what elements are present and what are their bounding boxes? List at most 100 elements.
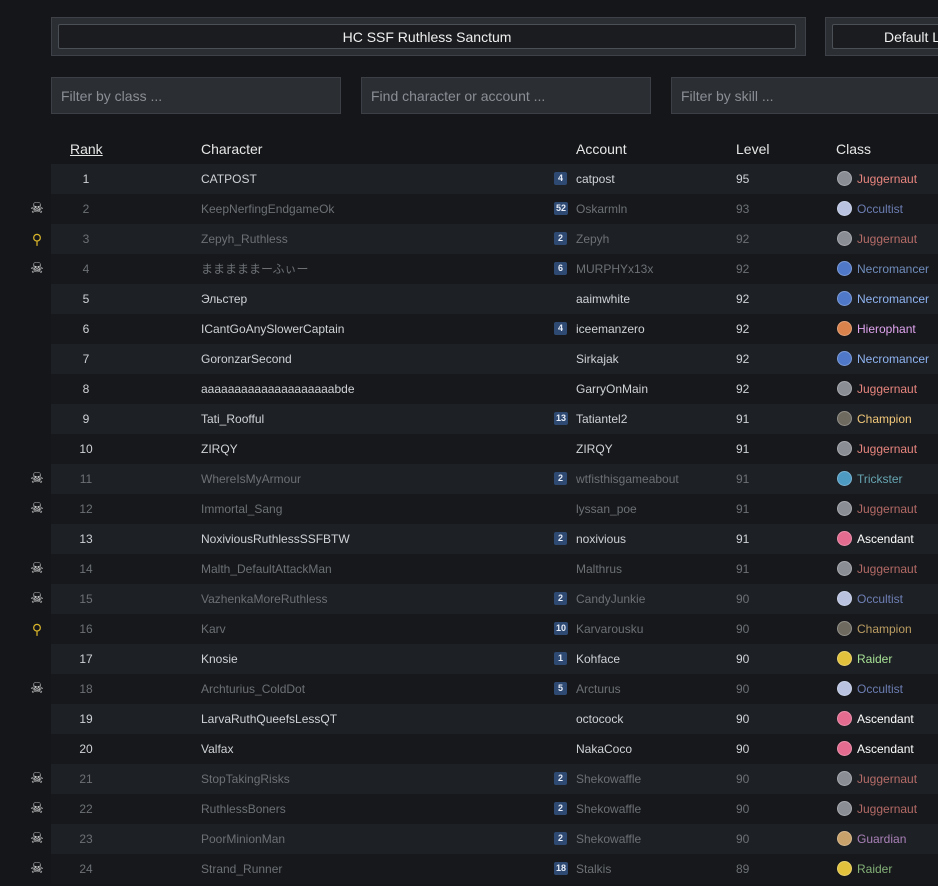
level-cell: 92	[736, 322, 750, 336]
account-link[interactable]: Kohface	[576, 644, 620, 674]
character-link[interactable]: Archturius_ColdDot	[201, 674, 305, 704]
level-cell: 92	[736, 232, 750, 246]
account-link[interactable]: GarryOnMain	[576, 374, 648, 404]
table-row[interactable]: 15 VazhenkaMoreRuthless 2 CandyJunkie 90 Occu…	[51, 584, 938, 614]
character-link[interactable]: KeepNerfingEndgameOk	[201, 194, 334, 224]
class-filter-input[interactable]	[51, 77, 341, 114]
class-cell: Occultist	[857, 682, 904, 696]
table-row[interactable]: 9 Tati_Roofful 13 Tatiantel2 91 Champion	[51, 404, 938, 434]
account-link[interactable]: Arcturus	[576, 674, 621, 704]
skull-icon: ☠	[30, 590, 44, 607]
class-cell: Necromancer	[857, 352, 930, 366]
table-row[interactable]: 20 Valfax NakaCoco 90 Ascendant	[51, 734, 938, 764]
character-link[interactable]: Knosie	[201, 644, 238, 674]
character-link[interactable]: Tati_Roofful	[201, 404, 264, 434]
table-row[interactable]: 22 RuthlessBoners 2 Shekowaffle 90 Juggernaut	[51, 794, 938, 824]
character-link[interactable]: Strand_Runner	[201, 854, 282, 884]
character-link[interactable]: LarvaRuthQueefsLessQT	[201, 704, 337, 734]
table-row[interactable]: 8 aaaaaaaaaaaaaaaaaaaabde GarryOnMain 92 Jug…	[51, 374, 938, 404]
character-link[interactable]: StopTakingRisks	[201, 764, 290, 794]
character-link[interactable]: Zepyh_Ruthless	[201, 224, 288, 254]
account-link[interactable]: CandyJunkie	[576, 584, 645, 614]
secondary-league-selector[interactable]: Default L	[825, 17, 938, 56]
character-link[interactable]: Immortal_Sang	[201, 494, 282, 524]
level-cell: 90	[736, 802, 750, 816]
character-link[interactable]: aaaaaaaaaaaaaaaaaaaabde	[201, 374, 355, 404]
class-portrait-icon	[837, 411, 852, 426]
account-link[interactable]: Zepyh	[576, 224, 609, 254]
character-link[interactable]: VazhenkaMoreRuthless	[201, 584, 328, 614]
character-link[interactable]: WhereIsMyArmour	[201, 464, 301, 494]
account-link[interactable]: catpost	[576, 164, 615, 194]
class-portrait-icon	[837, 681, 852, 696]
table-row[interactable]: 19 LarvaRuthQueefsLessQT octocock 90 Ascenda…	[51, 704, 938, 734]
level-cell: 90	[736, 772, 750, 786]
rank-cell: 6	[82, 322, 90, 336]
character-link[interactable]: ICantGoAnySlowerCaptain	[201, 314, 344, 344]
account-link[interactable]: Sirkajak	[576, 344, 619, 374]
account-link[interactable]: ZIRQY	[576, 434, 613, 464]
table-row[interactable]: 4 まままままーふぃー 6 MURPHYx13x 92 Necromancer	[51, 254, 938, 284]
rank-cell: 9	[82, 412, 90, 426]
character-link[interactable]: NoxiviousRuthlessSSFBTW	[201, 524, 350, 554]
table-row[interactable]: 23 PoorMinionMan 2 Shekowaffle 90 Guardian	[51, 824, 938, 854]
league-selector-label[interactable]: HC SSF Ruthless Sanctum	[58, 24, 796, 49]
account-link[interactable]: aaimwhite	[576, 284, 630, 314]
account-link[interactable]: MURPHYx13x	[576, 254, 653, 284]
table-row[interactable]: 12 Immortal_Sang lyssan_poe 91 Juggernaut	[51, 494, 938, 524]
table-row[interactable]: 10 ZIRQY ZIRQY 91 Juggernaut	[51, 434, 938, 464]
class-portrait-icon	[837, 711, 852, 726]
character-link[interactable]: PoorMinionMan	[201, 824, 285, 854]
table-row[interactable]: 21 StopTakingRisks 2 Shekowaffle 90 Juggernau…	[51, 764, 938, 794]
character-search-input[interactable]	[361, 77, 651, 114]
class-cell: Raider	[857, 652, 893, 666]
character-count-badge: 2	[554, 832, 567, 845]
skill-filter-input[interactable]	[671, 77, 938, 114]
table-row[interactable]: 3 Zepyh_Ruthless 2 Zepyh 92 Juggernaut	[51, 224, 938, 254]
character-link[interactable]: Karv	[201, 614, 226, 644]
table-row[interactable]: 24 Strand_Runner 18 Stalkis 89 Raider	[51, 854, 938, 884]
character-link[interactable]: Эльстер	[201, 284, 247, 314]
character-link[interactable]: ZIRQY	[201, 434, 238, 464]
character-link[interactable]: CATPOST	[201, 164, 257, 194]
character-link[interactable]: Malth_DefaultAttackMan	[201, 554, 332, 584]
league-selector[interactable]: HC SSF Ruthless Sanctum	[51, 17, 806, 56]
account-link[interactable]: Karvarousku	[576, 614, 643, 644]
account-link[interactable]: Tatiantel2	[576, 404, 627, 434]
table-row[interactable]: 17 Knosie 1 Kohface 90 Raider	[51, 644, 938, 674]
account-link[interactable]: Malthrus	[576, 554, 622, 584]
table-row[interactable]: 7 GoronzarSecond Sirkajak 92 Necromancer	[51, 344, 938, 374]
account-link[interactable]: wtfisthisgameabout	[576, 464, 679, 494]
account-link[interactable]: iceemanzero	[576, 314, 645, 344]
table-row[interactable]: 5 Эльстер aaimwhite 92 Necromancer	[51, 284, 938, 314]
character-link[interactable]: まままままーふぃー	[201, 254, 309, 284]
table-row[interactable]: 11 WhereIsMyArmour 2 wtfisthisgameabout 91 Tr…	[51, 464, 938, 494]
table-row[interactable]: 13 NoxiviousRuthlessSSFBTW 2 noxivious 91 Asc…	[51, 524, 938, 554]
account-link[interactable]: lyssan_poe	[576, 494, 637, 524]
table-row[interactable]: 2 KeepNerfingEndgameOk 52 Oskarmln 93 Occulti…	[51, 194, 938, 224]
character-count-badge: 10	[554, 622, 569, 635]
character-link[interactable]: RuthlessBoners	[201, 794, 286, 824]
account-link[interactable]: octocock	[576, 704, 623, 734]
character-link[interactable]: GoronzarSecond	[201, 344, 292, 374]
table-row[interactable]: 1 CATPOST 4 catpost 95 Juggernaut	[51, 164, 938, 194]
account-link[interactable]: Oskarmln	[576, 194, 627, 224]
class-cell: Champion	[857, 622, 912, 636]
table-row[interactable]: 16 Karv 10 Karvarousku 90 Champion	[51, 614, 938, 644]
account-link[interactable]: noxivious	[576, 524, 626, 554]
rank-cell: 24	[79, 862, 93, 876]
class-cell: Raider	[857, 862, 893, 876]
account-link[interactable]: Stalkis	[576, 854, 611, 884]
table-row[interactable]: 6 ICantGoAnySlowerCaptain 4 iceemanzero 92 Hi…	[51, 314, 938, 344]
secondary-league-label[interactable]: Default L	[832, 24, 938, 49]
account-link[interactable]: Shekowaffle	[576, 824, 641, 854]
rank-column-header[interactable]: Rank	[70, 141, 103, 157]
table-row[interactable]: 14 Malth_DefaultAttackMan Malthrus 91 Jugger…	[51, 554, 938, 584]
character-column-header: Character	[201, 141, 263, 157]
account-link[interactable]: Shekowaffle	[576, 794, 641, 824]
account-link[interactable]: NakaCoco	[576, 734, 632, 764]
character-link[interactable]: Valfax	[201, 734, 233, 764]
table-row[interactable]: 18 Archturius_ColdDot 5 Arcturus 90 Occultist	[51, 674, 938, 704]
character-count-badge: 2	[554, 232, 567, 245]
account-link[interactable]: Shekowaffle	[576, 764, 641, 794]
